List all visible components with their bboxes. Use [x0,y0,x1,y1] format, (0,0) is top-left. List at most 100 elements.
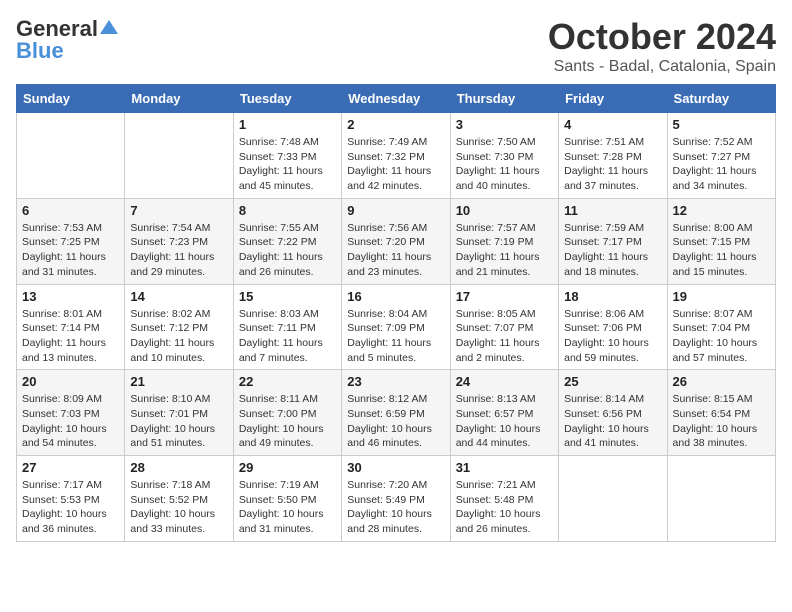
day-number: 31 [456,460,553,475]
day-detail: Sunrise: 8:11 AM Sunset: 7:00 PM Dayligh… [239,392,336,451]
day-cell: 13Sunrise: 8:01 AM Sunset: 7:14 PM Dayli… [17,284,125,370]
day-detail: Sunrise: 8:02 AM Sunset: 7:12 PM Dayligh… [130,307,227,366]
day-detail: Sunrise: 7:21 AM Sunset: 5:48 PM Dayligh… [456,478,553,537]
day-cell [559,456,667,542]
day-number: 16 [347,289,444,304]
day-number: 14 [130,289,227,304]
day-cell: 14 Sunrise: 8:02 AM Sunset: 7:12 PM Dayli… [125,284,233,370]
day-number: 10 [456,203,553,218]
day-number: 6 [22,203,119,218]
day-detail: Sunrise: 8:13 AM Sunset: 6:57 PM Dayligh… [456,392,553,451]
logo-icon [100,18,118,36]
week-row-0: 1 Sunrise: 7:48 AM Sunset: 7:33 PM Daylig… [17,113,776,199]
day-detail: Sunrise: 7:50 AM Sunset: 7:30 PM Dayligh… [456,135,553,194]
day-number: 11 [564,203,661,218]
day-number: 8 [239,203,336,218]
day-cell: 22Sunrise: 8:11 AM Sunset: 7:00 PM Dayli… [233,370,341,456]
day-number: 25 [564,374,661,389]
logo: General Blue [16,16,118,64]
day-header-tuesday: Tuesday [233,85,341,113]
day-cell: 5 Sunrise: 7:52 AM Sunset: 7:27 PM Daylig… [667,113,775,199]
week-row-1: 6 Sunrise: 7:53 AM Sunset: 7:25 PM Daylig… [17,198,776,284]
day-cell: 16 Sunrise: 8:04 AM Sunset: 7:09 PM Dayli… [342,284,450,370]
day-cell: 9 Sunrise: 7:56 AM Sunset: 7:20 PM Daylig… [342,198,450,284]
day-cell: 31 Sunrise: 7:21 AM Sunset: 5:48 PM Dayli… [450,456,558,542]
day-cell: 27 Sunrise: 7:17 AM Sunset: 5:53 PM Dayli… [17,456,125,542]
day-header-sunday: Sunday [17,85,125,113]
day-cell: 10Sunrise: 7:57 AM Sunset: 7:19 PM Dayli… [450,198,558,284]
day-number: 30 [347,460,444,475]
day-detail: Sunrise: 7:49 AM Sunset: 7:32 PM Dayligh… [347,135,444,194]
day-detail: Sunrise: 7:55 AM Sunset: 7:22 PM Dayligh… [239,221,336,280]
day-detail: Sunrise: 7:19 AM Sunset: 5:50 PM Dayligh… [239,478,336,537]
day-cell: 6 Sunrise: 7:53 AM Sunset: 7:25 PM Daylig… [17,198,125,284]
day-detail: Sunrise: 8:01 AM Sunset: 7:14 PM Dayligh… [22,307,119,366]
day-number: 12 [673,203,770,218]
day-number: 21 [130,374,227,389]
day-detail: Sunrise: 7:18 AM Sunset: 5:52 PM Dayligh… [130,478,227,537]
day-detail: Sunrise: 8:06 AM Sunset: 7:06 PM Dayligh… [564,307,661,366]
day-detail: Sunrise: 7:59 AM Sunset: 7:17 PM Dayligh… [564,221,661,280]
day-number: 9 [347,203,444,218]
day-cell: 19 Sunrise: 8:07 AM Sunset: 7:04 PM Dayli… [667,284,775,370]
day-detail: Sunrise: 8:03 AM Sunset: 7:11 PM Dayligh… [239,307,336,366]
day-number: 27 [22,460,119,475]
day-detail: Sunrise: 8:09 AM Sunset: 7:03 PM Dayligh… [22,392,119,451]
day-header-thursday: Thursday [450,85,558,113]
day-detail: Sunrise: 8:07 AM Sunset: 7:04 PM Dayligh… [673,307,770,366]
page-header: General Blue October 2024 Sants - Badal,… [16,16,776,76]
day-cell: 23Sunrise: 8:12 AM Sunset: 6:59 PM Dayli… [342,370,450,456]
day-cell: 30Sunrise: 7:20 AM Sunset: 5:49 PM Dayli… [342,456,450,542]
title-block: October 2024 Sants - Badal, Catalonia, S… [548,16,776,76]
day-number: 15 [239,289,336,304]
week-row-2: 13Sunrise: 8:01 AM Sunset: 7:14 PM Dayli… [17,284,776,370]
day-cell: 18 Sunrise: 8:06 AM Sunset: 7:06 PM Dayli… [559,284,667,370]
day-cell: 21Sunrise: 8:10 AM Sunset: 7:01 PM Dayli… [125,370,233,456]
day-cell: 26Sunrise: 8:15 AM Sunset: 6:54 PM Dayli… [667,370,775,456]
day-detail: Sunrise: 7:51 AM Sunset: 7:28 PM Dayligh… [564,135,661,194]
day-detail: Sunrise: 7:56 AM Sunset: 7:20 PM Dayligh… [347,221,444,280]
day-number: 19 [673,289,770,304]
day-detail: Sunrise: 8:05 AM Sunset: 7:07 PM Dayligh… [456,307,553,366]
day-detail: Sunrise: 7:54 AM Sunset: 7:23 PM Dayligh… [130,221,227,280]
day-detail: Sunrise: 7:17 AM Sunset: 5:53 PM Dayligh… [22,478,119,537]
day-number: 26 [673,374,770,389]
day-header-monday: Monday [125,85,233,113]
day-cell: 24 Sunrise: 8:13 AM Sunset: 6:57 PM Dayli… [450,370,558,456]
day-header-friday: Friday [559,85,667,113]
day-header-wednesday: Wednesday [342,85,450,113]
day-detail: Sunrise: 7:53 AM Sunset: 7:25 PM Dayligh… [22,221,119,280]
day-cell: 17 Sunrise: 8:05 AM Sunset: 7:07 PM Dayli… [450,284,558,370]
day-number: 17 [456,289,553,304]
day-number: 18 [564,289,661,304]
day-number: 20 [22,374,119,389]
day-cell: 12Sunrise: 8:00 AM Sunset: 7:15 PM Dayli… [667,198,775,284]
day-number: 7 [130,203,227,218]
day-number: 1 [239,117,336,132]
day-number: 24 [456,374,553,389]
day-detail: Sunrise: 8:12 AM Sunset: 6:59 PM Dayligh… [347,392,444,451]
day-cell [125,113,233,199]
week-row-3: 20 Sunrise: 8:09 AM Sunset: 7:03 PM Dayli… [17,370,776,456]
day-cell: 28Sunrise: 7:18 AM Sunset: 5:52 PM Dayli… [125,456,233,542]
month-title: October 2024 [548,16,776,58]
header-row: SundayMondayTuesdayWednesdayThursdayFrid… [17,85,776,113]
logo-blue: Blue [16,38,64,64]
day-cell: 1 Sunrise: 7:48 AM Sunset: 7:33 PM Daylig… [233,113,341,199]
day-cell: 15 Sunrise: 8:03 AM Sunset: 7:11 PM Dayli… [233,284,341,370]
calendar-table: SundayMondayTuesdayWednesdayThursdayFrid… [16,84,776,542]
day-cell: 20 Sunrise: 8:09 AM Sunset: 7:03 PM Dayli… [17,370,125,456]
day-detail: Sunrise: 7:52 AM Sunset: 7:27 PM Dayligh… [673,135,770,194]
day-header-saturday: Saturday [667,85,775,113]
day-cell: 25Sunrise: 8:14 AM Sunset: 6:56 PM Dayli… [559,370,667,456]
day-number: 5 [673,117,770,132]
day-cell: 2Sunrise: 7:49 AM Sunset: 7:32 PM Daylig… [342,113,450,199]
day-cell: 4Sunrise: 7:51 AM Sunset: 7:28 PM Daylig… [559,113,667,199]
day-cell: 7 Sunrise: 7:54 AM Sunset: 7:23 PM Daylig… [125,198,233,284]
day-cell [17,113,125,199]
location: Sants - Badal, Catalonia, Spain [548,58,776,76]
day-detail: Sunrise: 8:04 AM Sunset: 7:09 PM Dayligh… [347,307,444,366]
day-detail: Sunrise: 7:48 AM Sunset: 7:33 PM Dayligh… [239,135,336,194]
day-cell [667,456,775,542]
week-row-4: 27 Sunrise: 7:17 AM Sunset: 5:53 PM Dayli… [17,456,776,542]
